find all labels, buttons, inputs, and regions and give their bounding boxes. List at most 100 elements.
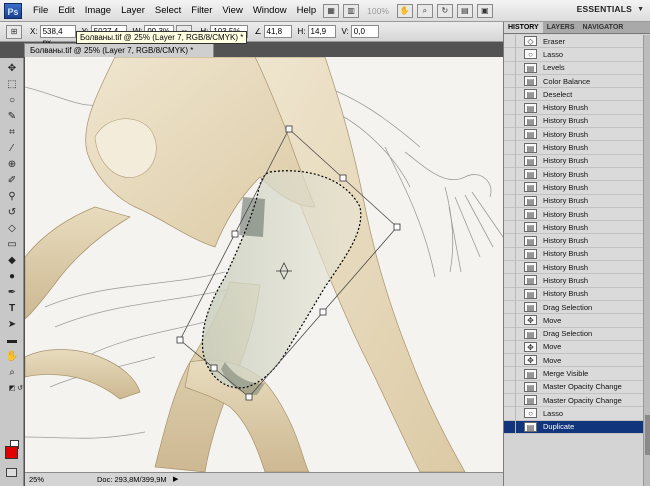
menu-help[interactable]: Help: [292, 5, 322, 16]
scrollbar-thumb[interactable]: [645, 415, 650, 455]
history-item[interactable]: ▤ History Brush: [504, 260, 643, 275]
history-brush-source-icon[interactable]: [504, 74, 516, 88]
workspace-switcher[interactable]: ESSENTIALS: [577, 4, 632, 14]
history-scrollbar[interactable]: [643, 35, 650, 486]
history-item[interactable]: ▤ History Brush: [504, 220, 643, 235]
history-item[interactable]: ○ Lasso: [504, 406, 643, 421]
history-item[interactable]: ▤ History Brush: [504, 247, 643, 262]
zoom-tool-icon[interactable]: ⌕: [416, 3, 433, 18]
history-item[interactable]: ▤ Drag Selection: [504, 327, 643, 341]
history-brush-source-icon[interactable]: [504, 353, 516, 367]
history-item[interactable]: ▤ Duplicate: [504, 420, 643, 434]
hskew-field[interactable]: 14,9: [307, 25, 336, 38]
history-brush-source-icon[interactable]: [504, 194, 516, 208]
history-brush-source-icon[interactable]: [504, 87, 516, 101]
history-brush-source-icon[interactable]: [504, 47, 516, 61]
history-brush-source-icon[interactable]: [504, 234, 516, 248]
history-item[interactable]: ▤ Merge Visible: [504, 367, 643, 381]
menu-image[interactable]: Image: [80, 5, 116, 16]
history-brush-source-icon[interactable]: [504, 406, 516, 420]
history-brush-tool-icon[interactable]: ↺: [4, 206, 20, 220]
screen-mode-icon[interactable]: ▣: [476, 3, 493, 18]
history-item[interactable]: ▤ History Brush: [504, 167, 643, 182]
history-item[interactable]: ▤ Deselect: [504, 87, 643, 102]
history-item[interactable]: ▤ History Brush: [504, 114, 643, 129]
history-item[interactable]: ✥ Move: [504, 353, 643, 368]
history-item[interactable]: ▤ History Brush: [504, 101, 643, 115]
document-tab[interactable]: Болваны.tif @ 25% (Layer 7, RGB/8/CMYK) …: [24, 43, 214, 57]
quick-selection-tool-icon[interactable]: ✎: [4, 110, 20, 124]
history-item[interactable]: ▤ Drag Selection: [504, 300, 643, 315]
move-tool-icon[interactable]: ✥: [4, 62, 20, 76]
menu-filter[interactable]: Filter: [186, 5, 217, 16]
history-brush-source-icon[interactable]: [504, 220, 516, 234]
menu-layer[interactable]: Layer: [116, 5, 150, 16]
history-item[interactable]: ✥ Move: [504, 313, 643, 328]
history-brush-source-icon[interactable]: [504, 313, 516, 327]
hand-tool-icon[interactable]: ✋: [4, 350, 20, 364]
history-brush-source-icon[interactable]: [504, 393, 516, 407]
history-brush-source-icon[interactable]: [504, 247, 516, 261]
history-brush-source-icon[interactable]: [504, 167, 516, 181]
launch-bridge-icon[interactable]: ▦: [323, 3, 340, 18]
marquee-tool-icon[interactable]: ⬚: [4, 78, 20, 92]
hand-tool-icon[interactable]: ✋: [396, 3, 413, 18]
brush-tool-icon[interactable]: ✐: [4, 174, 20, 188]
type-tool-icon[interactable]: T: [4, 302, 20, 316]
history-brush-source-icon[interactable]: [504, 367, 516, 381]
menu-view[interactable]: View: [217, 5, 247, 16]
history-brush-source-icon[interactable]: [504, 101, 516, 115]
dodge-tool-icon[interactable]: ●: [4, 270, 20, 284]
tab-layers[interactable]: LAYERS: [543, 22, 579, 33]
healing-brush-tool-icon[interactable]: ⊕: [4, 158, 20, 172]
canvas[interactable]: [25, 57, 503, 472]
history-brush-source-icon[interactable]: [504, 61, 516, 75]
history-brush-source-icon[interactable]: [504, 287, 516, 301]
eraser-tool-icon[interactable]: ◇: [4, 222, 20, 236]
quick-mask-icon[interactable]: [6, 468, 17, 477]
history-item[interactable]: ▤ History Brush: [504, 287, 643, 301]
menu-edit[interactable]: Edit: [53, 5, 79, 16]
menu-select[interactable]: Select: [150, 5, 186, 16]
history-brush-source-icon[interactable]: [504, 327, 516, 341]
history-brush-source-icon[interactable]: [504, 380, 516, 394]
pen-tool-icon[interactable]: ✒: [4, 286, 20, 300]
crop-tool-icon[interactable]: ⌗: [4, 126, 20, 140]
history-item[interactable]: ▤ History Brush: [504, 194, 643, 208]
history-brush-source-icon[interactable]: [504, 114, 516, 128]
shape-tool-icon[interactable]: ▬: [4, 334, 20, 348]
history-item[interactable]: ▤ Color Balance: [504, 74, 643, 89]
history-item[interactable]: ▤ History Brush: [504, 207, 643, 222]
zoom-status[interactable]: 25%: [29, 473, 44, 486]
eyedropper-tool-icon[interactable]: ⁄: [4, 142, 20, 156]
history-item[interactable]: ▤ History Brush: [504, 180, 643, 195]
history-item[interactable]: ✥ Move: [504, 340, 643, 355]
history-item[interactable]: ▤ History Brush: [504, 154, 643, 168]
status-menu-icon[interactable]: ▶: [173, 473, 178, 486]
blur-tool-icon[interactable]: ◆: [4, 254, 20, 268]
vskew-field[interactable]: 0,0: [350, 25, 379, 38]
view-extras-icon[interactable]: ▥: [343, 3, 360, 18]
lasso-tool-icon[interactable]: ○: [4, 94, 20, 108]
history-brush-source-icon[interactable]: [504, 340, 516, 354]
history-brush-source-icon[interactable]: [504, 207, 516, 221]
foreground-color-swatch[interactable]: [5, 446, 18, 459]
history-item[interactable]: ◇ Eraser: [504, 35, 643, 49]
workspace-dropdown-icon[interactable]: ▼: [637, 6, 644, 13]
tab-history[interactable]: HISTORY: [504, 22, 543, 33]
x-field[interactable]: 538,4 px: [39, 25, 76, 47]
history-brush-source-icon[interactable]: [504, 35, 516, 48]
rotate-view-icon[interactable]: ↻: [436, 3, 453, 18]
reference-point-icon[interactable]: ⊞: [6, 24, 22, 39]
history-brush-source-icon[interactable]: [504, 127, 516, 141]
angle-field[interactable]: 41,8: [263, 25, 292, 38]
history-item[interactable]: ▤ Master Opacity Change: [504, 393, 643, 408]
history-brush-source-icon[interactable]: [504, 154, 516, 168]
history-brush-source-icon[interactable]: [504, 274, 516, 287]
zoom-tool-icon[interactable]: ⌕: [4, 366, 20, 380]
gradient-tool-icon[interactable]: ▭: [4, 238, 20, 252]
menu-window[interactable]: Window: [248, 5, 292, 16]
history-item[interactable]: ▤ History Brush: [504, 234, 643, 248]
history-item[interactable]: ▤ History Brush: [504, 141, 643, 155]
history-brush-source-icon[interactable]: [504, 420, 516, 434]
